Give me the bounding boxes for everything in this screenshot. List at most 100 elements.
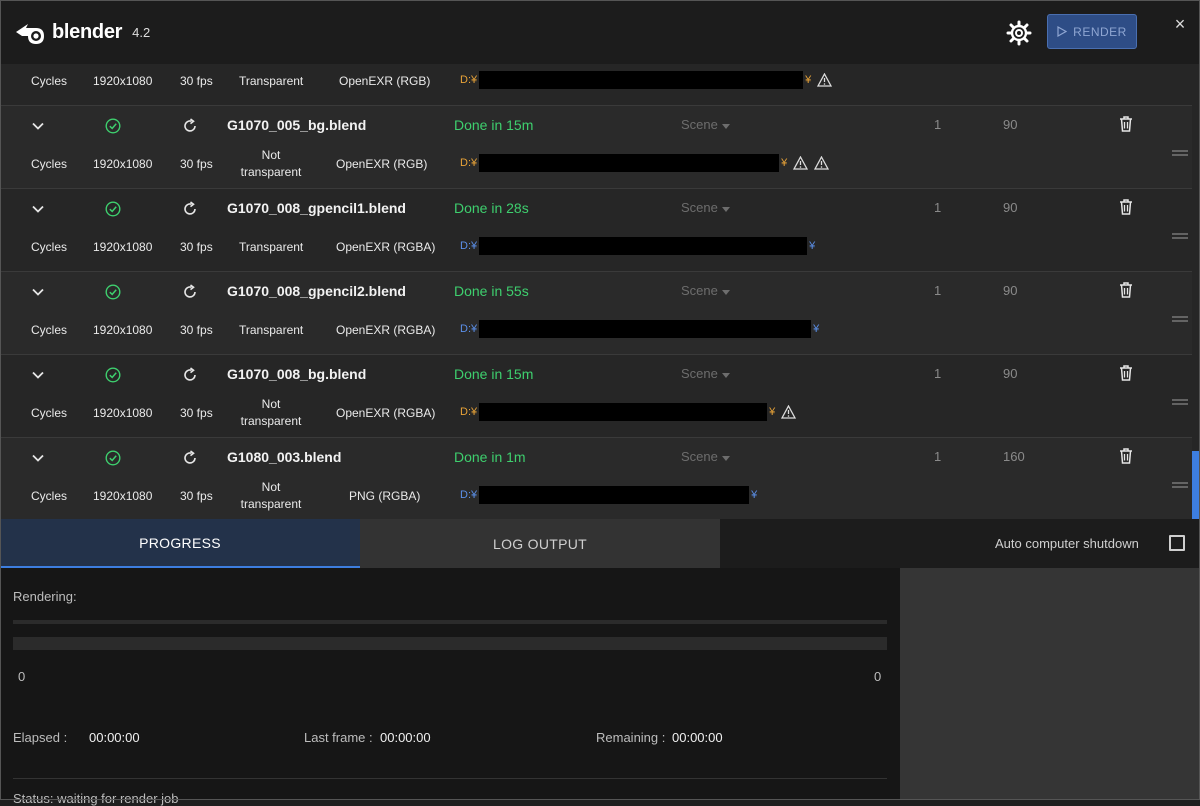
side-panel <box>900 568 1200 800</box>
trash-icon <box>1120 365 1132 381</box>
path-suffix: ¥ <box>769 406 776 418</box>
job-row[interactable]: G1070_005_bg.blend Done in 15m Scene 1 90 Cy… <box>0 106 1192 189</box>
warning-icon <box>817 73 833 87</box>
job-output-path[interactable]: D:¥ ¥ <box>460 237 815 255</box>
drag-handle[interactable] <box>1172 310 1188 328</box>
trash-icon <box>1120 116 1132 132</box>
job-start-frame[interactable]: 1 <box>934 117 941 132</box>
job-output-path[interactable]: D:¥ ¥ <box>460 71 833 89</box>
caret-down-icon <box>721 290 730 295</box>
job-row[interactable]: G1070_008_bg.blend Done in 15m Scene 1 90 Cy… <box>0 355 1192 438</box>
scene-dropdown[interactable]: Scene <box>681 366 730 381</box>
close-icon[interactable]: × <box>1170 14 1190 34</box>
delete-job-button[interactable] <box>1118 364 1134 387</box>
job-status: Done in 15m <box>454 117 534 133</box>
drag-handle[interactable] <box>1172 144 1188 162</box>
job-output-path[interactable]: D:¥ ¥ <box>460 154 830 172</box>
job-start-frame[interactable]: 1 <box>934 449 941 464</box>
render-button[interactable]: RENDER <box>1047 14 1137 49</box>
job-output-path[interactable]: D:¥ ¥ <box>460 320 819 338</box>
chevron-down-icon <box>32 122 44 130</box>
bottom-tabs: PROGRESS LOG OUTPUT Auto computer shutdo… <box>0 519 1200 568</box>
scene-dropdown-label: Scene <box>681 449 718 464</box>
rerender-button[interactable] <box>182 118 198 139</box>
check-circle-icon <box>105 201 121 217</box>
expand-toggle[interactable] <box>31 119 45 138</box>
progress-min: 0 <box>18 669 26 684</box>
auto-shutdown-checkbox[interactable] <box>1169 535 1185 551</box>
rerender-button[interactable] <box>182 284 198 305</box>
job-start-frame[interactable]: 1 <box>934 283 941 298</box>
frame-progress-bar <box>13 620 887 624</box>
job-row[interactable]: G1070_008_gpencil1.blend Done in 28s Scene… <box>0 189 1192 272</box>
scene-dropdown[interactable]: Scene <box>681 449 730 464</box>
scene-dropdown-label: Scene <box>681 200 718 215</box>
check-circle-icon <box>105 284 121 300</box>
elapsed-label: Elapsed : <box>13 730 68 745</box>
path-prefix: D:¥ <box>460 406 478 418</box>
job-engine: Cycles <box>31 406 68 420</box>
expand-toggle[interactable] <box>31 285 45 304</box>
job-end-frame[interactable]: 160 <box>1003 449 1025 464</box>
job-transparency: Transparent <box>239 323 304 337</box>
tab-progress[interactable]: PROGRESS <box>0 519 360 568</box>
delete-job-button[interactable] <box>1118 281 1134 304</box>
last-frame-label: Last frame : <box>304 730 373 745</box>
rerender-button[interactable] <box>182 367 198 388</box>
chevron-down-icon <box>32 205 44 213</box>
scene-dropdown-label: Scene <box>681 366 718 381</box>
delete-job-button[interactable] <box>1118 447 1134 470</box>
status-separator <box>13 778 887 779</box>
drag-handle[interactable] <box>1172 476 1188 494</box>
job-output-path[interactable]: D:¥ ¥ <box>460 403 797 421</box>
scene-dropdown[interactable]: Scene <box>681 117 730 132</box>
job-row[interactable]: G1070_008_gpencil2.blend Done in 55s Scene… <box>0 272 1192 355</box>
job-status-icon <box>105 284 121 305</box>
expand-toggle[interactable] <box>31 368 45 387</box>
delete-job-button[interactable] <box>1118 198 1134 221</box>
caret-down-icon <box>721 124 730 129</box>
tab-log-output[interactable]: LOG OUTPUT <box>360 519 720 568</box>
delete-job-button[interactable] <box>1118 115 1134 138</box>
job-format: OpenEXR (RGB) <box>336 157 428 171</box>
job-format: PNG (RGBA) <box>349 489 421 503</box>
job-end-frame[interactable]: 90 <box>1003 366 1017 381</box>
job-start-frame[interactable]: 1 <box>934 366 941 381</box>
rendering-label: Rendering: <box>13 589 77 604</box>
scene-dropdown[interactable]: Scene <box>681 200 730 215</box>
job-status-icon <box>105 450 121 471</box>
job-filename: G1070_008_gpencil2.blend <box>227 283 406 299</box>
job-end-frame[interactable]: 90 <box>1003 283 1017 298</box>
drag-handle[interactable] <box>1172 227 1188 245</box>
rerender-button[interactable] <box>182 450 198 471</box>
app-header: blender 4.2 RENDER × <box>0 0 1200 64</box>
job-output-path[interactable]: D:¥ ¥ <box>460 486 757 504</box>
job-transparency: Transparent <box>239 74 304 88</box>
rerender-icon <box>184 201 196 215</box>
play-icon <box>1057 26 1068 37</box>
job-engine: Cycles <box>31 74 68 88</box>
job-end-frame[interactable]: 90 <box>1003 117 1017 132</box>
expand-toggle[interactable] <box>31 202 45 221</box>
last-frame-value: 00:00:00 <box>380 730 431 745</box>
caret-down-icon <box>721 456 730 461</box>
rerender-button[interactable] <box>182 201 198 222</box>
job-fps: 30 fps <box>180 406 213 420</box>
render-job-list: Cycles 1920x1080 30 fps Transparent Open… <box>0 64 1200 519</box>
job-row[interactable]: G1080_003.blend Done in 1m Scene 1 160 Cycle… <box>0 438 1192 519</box>
drag-handle-icon <box>1172 316 1188 322</box>
job-start-frame[interactable]: 1 <box>934 200 941 215</box>
blender-logo: blender 4.2 <box>14 18 150 46</box>
job-end-frame[interactable]: 90 <box>1003 200 1017 215</box>
job-fps: 30 fps <box>180 240 213 254</box>
path-suffix: ¥ <box>809 240 816 252</box>
expand-toggle[interactable] <box>31 451 45 470</box>
scene-dropdown[interactable]: Scene <box>681 283 730 298</box>
list-scrollbar-thumb[interactable] <box>1192 451 1200 519</box>
trash-icon <box>1120 282 1132 298</box>
progress-panel <box>0 568 900 800</box>
job-status: Done in 55s <box>454 283 529 299</box>
settings-gear-icon[interactable] <box>1006 20 1032 46</box>
remaining-value: 00:00:00 <box>672 730 723 745</box>
drag-handle[interactable] <box>1172 393 1188 411</box>
